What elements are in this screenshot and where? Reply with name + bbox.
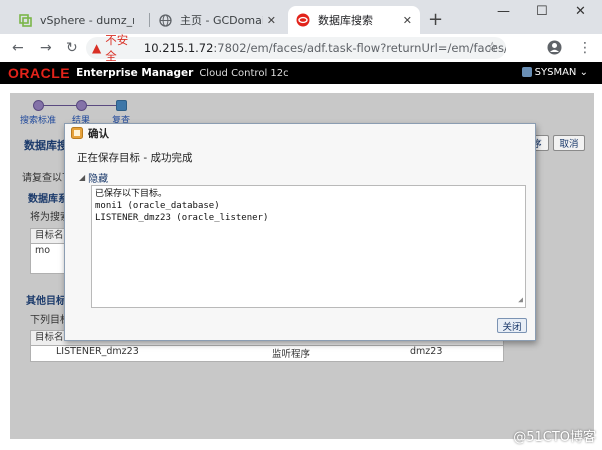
watermark: @51CTO博客 — [513, 430, 596, 445]
page-title: 数据库搜 — [24, 139, 68, 152]
other-target-name: LISTENER_dmz23 — [56, 346, 139, 357]
minimize-button[interactable]: — — [497, 4, 510, 19]
other-target-host: dmz23 — [410, 346, 443, 357]
tab-vsphere[interactable]: vSphere - dumz_rh — [10, 6, 142, 34]
user-icon — [521, 67, 532, 77]
security-label[interactable]: 不安全 — [105, 32, 138, 64]
url-text[interactable]: 10.215.1.72:7802/em/faces/adf.task-flow?… — [144, 41, 506, 55]
tab-database-search[interactable]: 数据库搜索 ✕ — [288, 6, 420, 34]
tab-gcdomain[interactable]: 主页 - GCDomain - ✕ — [150, 6, 284, 34]
tab-label: 主页 - GCDomain - — [180, 14, 263, 27]
profile-icon[interactable] — [547, 40, 562, 59]
vsphere-icon — [18, 13, 32, 27]
confirmation-dialog: 确认 正在保存目标 - 成功完成 ◢ 隐藏 已保存以下目标。 moni1 (ora… — [64, 123, 536, 341]
tab-label: vSphere - dumz_rh — [40, 13, 134, 27]
dialog-header[interactable]: 确认 — [65, 124, 535, 142]
reload-icon[interactable]: ↻ — [66, 40, 78, 56]
step-current-icon — [115, 100, 127, 111]
back-icon[interactable]: ← — [12, 40, 24, 56]
resize-grip-icon[interactable]: ◢ — [518, 294, 523, 306]
em-header: ORACLE Enterprise Manager Cloud Control … — [0, 62, 602, 84]
maximize-button[interactable]: ☐ — [536, 4, 548, 19]
oracle-logo: ORACLE — [8, 65, 71, 81]
other-target-type: 监听程序 — [272, 349, 311, 360]
product-name: Enterprise Manager — [76, 67, 194, 79]
forward-icon[interactable]: → — [40, 40, 52, 56]
close-tab-icon[interactable]: ✕ — [267, 14, 276, 27]
user-name: SYSMAN — [534, 67, 577, 78]
bookmark-star-icon[interactable]: ☆ — [486, 40, 498, 55]
details-line: moni1 (oracle_database) — [95, 201, 220, 211]
step-dot-icon — [32, 100, 44, 111]
chevron-down-icon: ⌄ — [579, 67, 588, 78]
menu-icon[interactable]: ⋮ — [578, 40, 592, 56]
user-menu[interactable]: SYSMAN ⌄ — [521, 67, 588, 78]
hide-details-toggle[interactable]: ◢ 隐藏 — [79, 170, 108, 185]
close-button[interactable]: 关闭 — [497, 318, 527, 333]
close-tab-icon[interactable]: ✕ — [403, 14, 412, 27]
product-edition: Cloud Control 12c — [199, 67, 289, 79]
new-tab-button[interactable]: + — [428, 9, 443, 30]
other-section-title: 其他目标 — [26, 296, 66, 307]
details-line: LISTENER_dmz23 (oracle_listener) — [95, 213, 269, 223]
dialog-title: 确认 — [88, 127, 109, 140]
dialog-status: 正在保存目标 - 成功完成 — [77, 152, 193, 164]
oracle-icon — [296, 13, 310, 27]
details-line: 已保存以下目标。 — [95, 189, 168, 199]
train-step-criteria[interactable]: 搜索标准 — [18, 100, 58, 126]
confirm-icon — [71, 127, 83, 139]
browser-toolbar: ← → ↻ ▲ 不安全 10.215.1.72:7802/em/faces/ad… — [0, 33, 602, 63]
tab-label: 数据库搜索 — [318, 14, 373, 27]
close-window-button[interactable]: ✕ — [575, 4, 586, 19]
step-dot-icon — [75, 100, 87, 111]
db-section-title: 数据库系 — [28, 194, 68, 205]
triangle-down-icon: ◢ — [79, 173, 86, 182]
browser-tab-strip: vSphere - dumz_rh 主页 - GCDomain - ✕ 数据库搜… — [0, 0, 602, 34]
hide-label: 隐藏 — [88, 174, 109, 185]
globe-icon — [158, 13, 172, 27]
cancel-button[interactable]: 取消 — [553, 135, 585, 151]
address-bar[interactable]: ▲ 不安全 10.215.1.72:7802/em/faces/adf.task… — [86, 33, 506, 63]
warning-icon[interactable]: ▲ — [92, 41, 101, 55]
details-textarea[interactable]: 已保存以下目标。 moni1 (oracle_database) LISTENER_… — [91, 185, 526, 308]
